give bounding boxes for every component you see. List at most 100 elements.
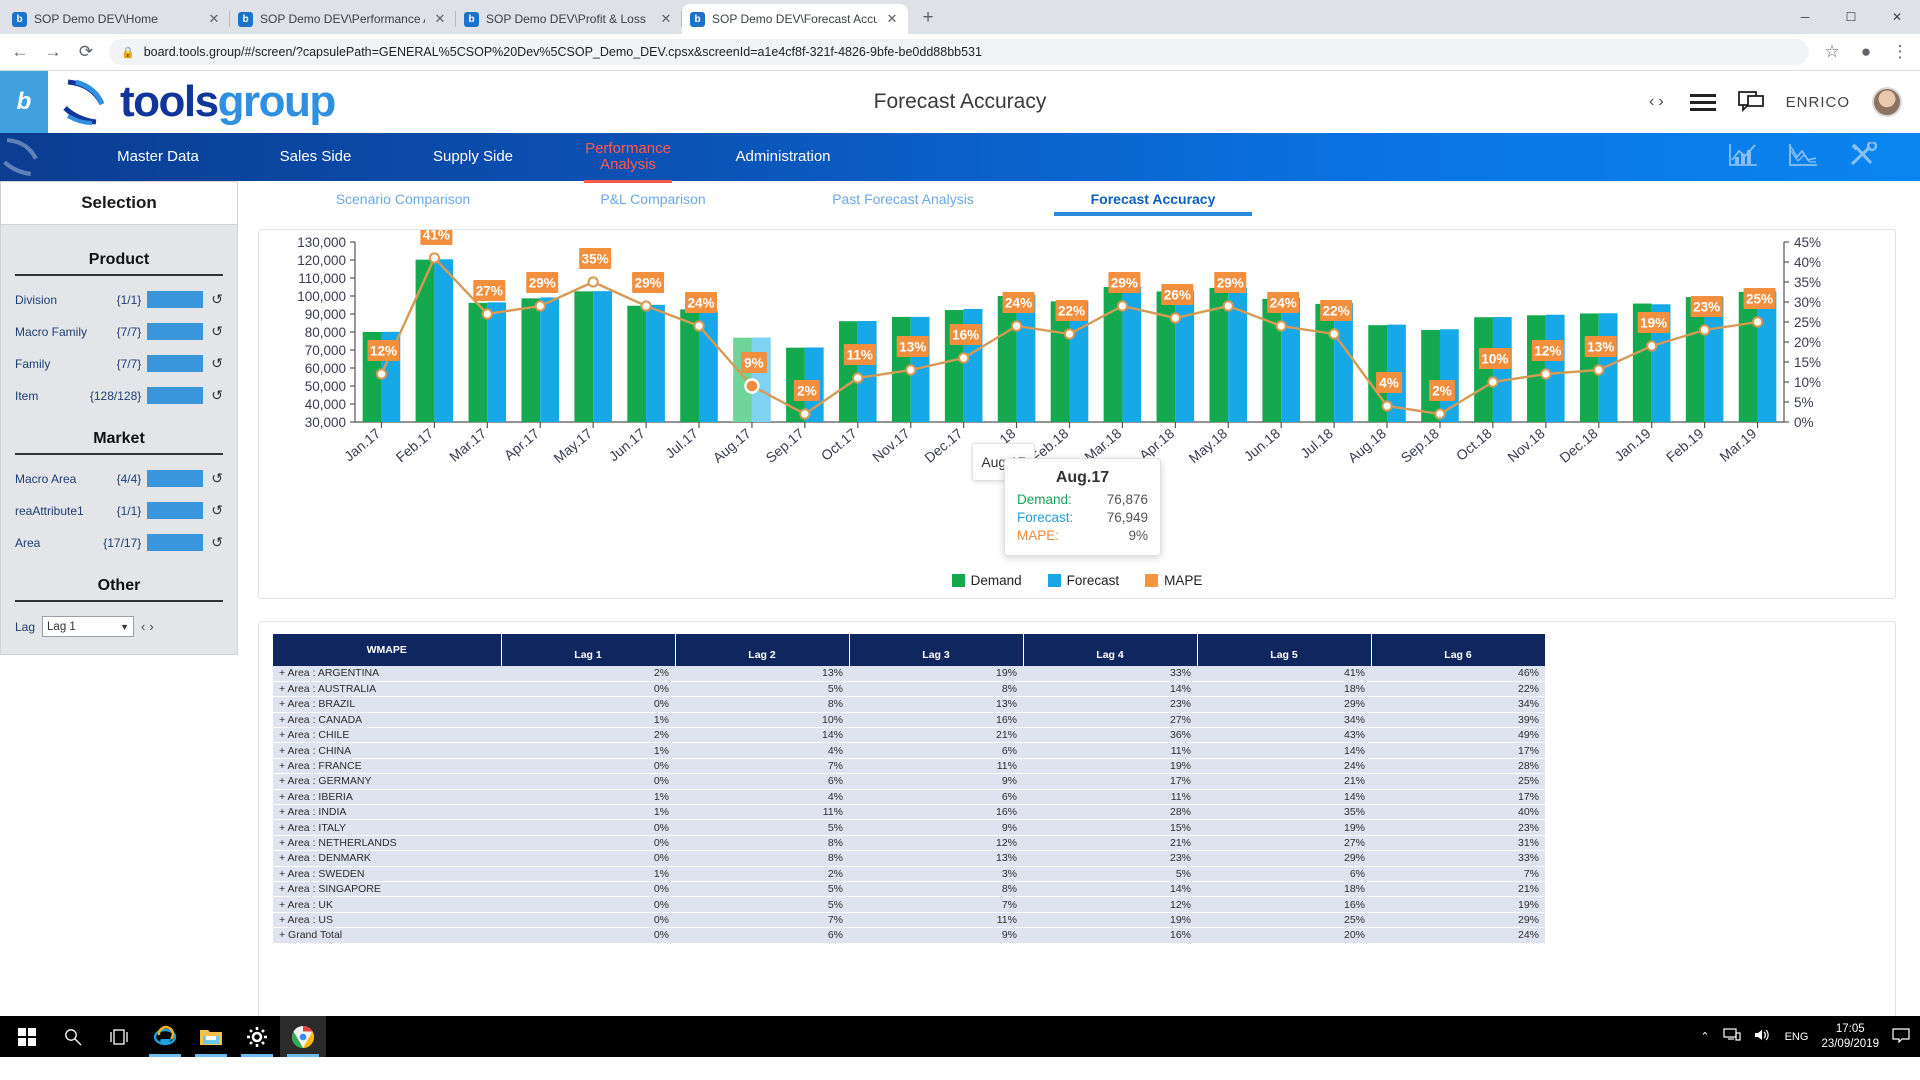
- table-row[interactable]: + Area : UK 0% 5% 7% 12% 16% 19%: [273, 896, 1545, 913]
- window-close-button[interactable]: ✕: [1874, 0, 1920, 34]
- filter-bar[interactable]: [147, 387, 204, 404]
- bookmark-star-icon[interactable]: ☆: [1822, 42, 1842, 62]
- column-header-lag5[interactable]: Lag 5: [1197, 634, 1372, 666]
- row-label[interactable]: + Area : CANADA: [273, 712, 501, 729]
- column-header-lag1[interactable]: Lag 1: [501, 634, 676, 666]
- column-header-lag4[interactable]: Lag 4: [1023, 634, 1198, 666]
- tab-pl-comparison[interactable]: P&L Comparison: [528, 191, 778, 213]
- row-label[interactable]: + Area : BRAZIL: [273, 696, 501, 713]
- lag-next-icon[interactable]: ›: [149, 619, 157, 634]
- legend-item-demand[interactable]: Demand: [951, 573, 1022, 588]
- tab-past-forecast-analysis[interactable]: Past Forecast Analysis: [778, 191, 1028, 213]
- table-row[interactable]: + Area : GERMANY 0% 6% 9% 17% 21% 25%: [273, 773, 1545, 790]
- nav-item-performance-analysis[interactable]: Performance Analysis: [553, 140, 703, 174]
- legend-item-forecast[interactable]: Forecast: [1047, 573, 1119, 588]
- reset-icon[interactable]: ↺: [206, 470, 223, 487]
- reload-icon[interactable]: ⟳: [76, 42, 96, 62]
- reset-icon[interactable]: ↺: [206, 502, 223, 519]
- row-label[interactable]: + Area : UK: [273, 896, 501, 913]
- table-row[interactable]: + Area : INDIA 1% 11% 16% 28% 35% 40%: [273, 804, 1545, 821]
- nav-item-administration[interactable]: Administration: [703, 148, 863, 166]
- reset-icon[interactable]: ↺: [206, 534, 223, 551]
- filter-row-family[interactable]: Family {7/7} ↺: [15, 355, 223, 372]
- column-header-lag2[interactable]: Lag 2: [675, 634, 850, 666]
- filter-bar[interactable]: [147, 291, 204, 308]
- row-label[interactable]: + Area : SWEDEN: [273, 866, 501, 882]
- search-icon[interactable]: [50, 1016, 96, 1057]
- column-header-lag3[interactable]: Lag 3: [849, 634, 1024, 666]
- table-row[interactable]: + Area : CHILE 2% 14% 21% 36% 43% 49%: [273, 727, 1545, 744]
- lag-pager[interactable]: ‹›: [141, 619, 158, 634]
- row-label[interactable]: + Area : IBERIA: [273, 789, 501, 806]
- avatar[interactable]: [1872, 87, 1902, 117]
- window-minimize-button[interactable]: ─: [1782, 0, 1828, 34]
- row-label[interactable]: + Area : CHINA: [273, 742, 501, 759]
- table-row[interactable]: + Area : ITALY 0% 5% 9% 15% 19% 23%: [273, 819, 1545, 836]
- table-row[interactable]: + Area : ARGENTINA 2% 13% 19% 33% 41% 46%: [273, 666, 1545, 682]
- header-nav-arrows[interactable]: ‹›: [1649, 93, 1668, 111]
- row-label[interactable]: + Area : CHILE: [273, 727, 501, 744]
- start-button-icon[interactable]: [4, 1016, 50, 1057]
- filter-row-item[interactable]: Item {128/128} ↺: [15, 387, 223, 404]
- header-prev-icon[interactable]: ‹: [1649, 93, 1658, 110]
- row-label[interactable]: + Area : ARGENTINA: [273, 666, 501, 682]
- tab-forecast-accuracy[interactable]: Forecast Accuracy: [1028, 191, 1278, 213]
- row-label[interactable]: + Area : DENMARK: [273, 850, 501, 867]
- nav-item-sales-side[interactable]: Sales Side: [238, 148, 393, 166]
- table-row[interactable]: + Area : FRANCE 0% 7% 11% 19% 24% 28%: [273, 758, 1545, 775]
- reset-icon[interactable]: ↺: [206, 291, 223, 308]
- column-header-lag6[interactable]: Lag 6: [1371, 634, 1546, 666]
- table-row[interactable]: + Area : SINGAPORE 0% 5% 8% 14% 18% 21%: [273, 881, 1545, 898]
- header-next-icon[interactable]: ›: [1658, 93, 1667, 110]
- nav-item-supply-side[interactable]: Supply Side: [393, 148, 553, 166]
- internet-explorer-icon[interactable]: [142, 1016, 188, 1057]
- tray-chevron-icon[interactable]: ⌃: [1700, 1030, 1709, 1043]
- chat-icon[interactable]: [1737, 91, 1764, 113]
- settings-icon[interactable]: [234, 1016, 280, 1057]
- browser-tab[interactable]: b SOP Demo DEV\Performance An ✕: [230, 4, 456, 34]
- lag-select[interactable]: Lag 1 ▼: [42, 616, 135, 637]
- row-label[interactable]: + Area : AUSTRALIA: [273, 681, 501, 698]
- row-label[interactable]: + Area : INDIA: [273, 804, 501, 821]
- column-header-wmape[interactable]: WMAPE: [273, 634, 502, 666]
- board-logo-badge[interactable]: b: [0, 71, 48, 133]
- task-view-icon[interactable]: [96, 1016, 142, 1057]
- tab-close-icon[interactable]: ✕: [658, 11, 674, 27]
- table-row[interactable]: + Grand Total 0% 6% 9% 16% 20% 24%: [273, 927, 1545, 944]
- reset-icon[interactable]: ↺: [206, 323, 223, 340]
- filter-row-macro-area[interactable]: Macro Area {4/4} ↺: [15, 470, 223, 487]
- row-label[interactable]: + Area : US: [273, 912, 501, 929]
- table-row[interactable]: + Area : SWEDEN 1% 2% 3% 5% 6% 7%: [273, 866, 1545, 882]
- browser-tab-active[interactable]: b SOP Demo DEV\Forecast Accura ✕: [682, 4, 908, 34]
- tab-close-icon[interactable]: ✕: [884, 11, 900, 27]
- filter-row-macro-family[interactable]: Macro Family {7/7} ↺: [15, 323, 223, 340]
- table-row[interactable]: + Area : CANADA 1% 10% 16% 27% 34% 39%: [273, 712, 1545, 729]
- row-label[interactable]: + Area : NETHERLANDS: [273, 835, 501, 852]
- table-row[interactable]: + Area : AUSTRALIA 0% 5% 8% 14% 18% 22%: [273, 681, 1545, 698]
- legend-item-mape[interactable]: MAPE: [1145, 573, 1202, 588]
- tab-scenario-comparison[interactable]: Scenario Comparison: [278, 191, 528, 213]
- browser-tab[interactable]: b SOP Demo DEV\Home ✕: [4, 4, 230, 34]
- filter-bar[interactable]: [147, 323, 204, 340]
- tab-close-icon[interactable]: ✕: [206, 11, 222, 27]
- filter-bar[interactable]: [147, 534, 204, 551]
- row-label[interactable]: + Area : GERMANY: [273, 773, 501, 790]
- reset-icon[interactable]: ↺: [206, 387, 223, 404]
- filter-bar[interactable]: [147, 355, 204, 372]
- row-label[interactable]: + Area : SINGAPORE: [273, 881, 501, 898]
- volume-icon[interactable]: [1754, 1028, 1772, 1045]
- nav-item-master-data[interactable]: Master Data: [78, 148, 238, 166]
- address-bar[interactable]: 🔒 board.tools.group/#/screen/?capsulePat…: [109, 39, 1809, 65]
- window-maximize-button[interactable]: ☐: [1828, 0, 1874, 34]
- row-label[interactable]: + Grand Total: [273, 927, 501, 944]
- table-row[interactable]: + Area : IBERIA 1% 4% 6% 11% 14% 17%: [273, 789, 1545, 806]
- tab-close-icon[interactable]: ✕: [432, 11, 448, 27]
- user-name[interactable]: ENRICO: [1786, 94, 1850, 111]
- profile-icon[interactable]: ●: [1856, 42, 1876, 62]
- table-row[interactable]: + Area : BRAZIL 0% 8% 13% 23% 29% 34%: [273, 696, 1545, 713]
- tools-wrench-icon[interactable]: [1848, 140, 1878, 173]
- forward-icon[interactable]: →: [43, 42, 63, 62]
- filter-row-division[interactable]: Division {1/1} ↺: [15, 291, 223, 308]
- table-row[interactable]: + Area : DENMARK 0% 8% 13% 23% 29% 33%: [273, 850, 1545, 867]
- back-icon[interactable]: ←: [10, 42, 30, 62]
